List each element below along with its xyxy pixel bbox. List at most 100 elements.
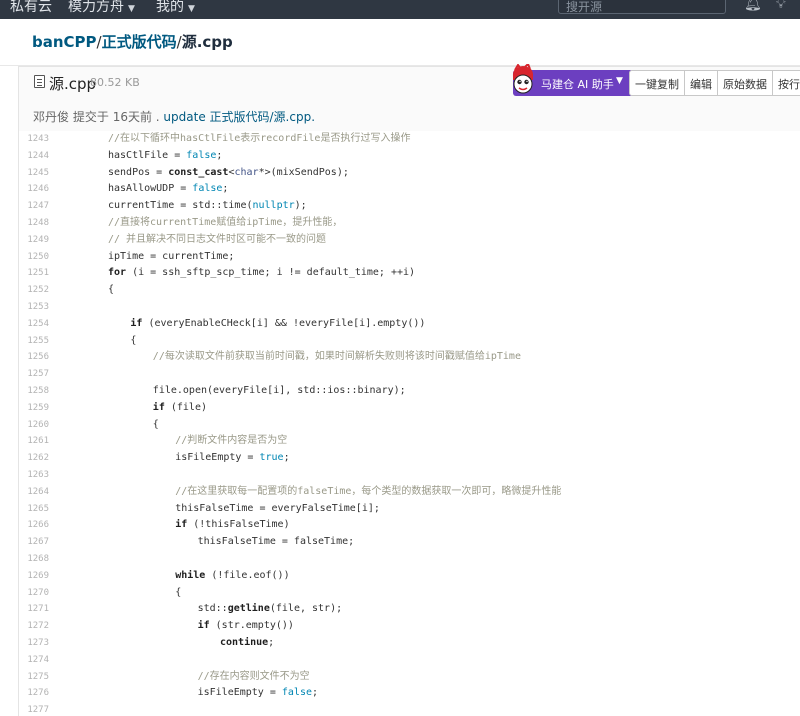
breadcrumb: banCPP/正式版代码/源.cpp bbox=[32, 31, 233, 52]
code-text: while (!file.eof()) bbox=[175, 568, 289, 585]
line-number[interactable]: 1261 bbox=[19, 433, 49, 450]
code-text: if (!thisFalseTime) bbox=[175, 517, 289, 534]
line-number[interactable]: 1271 bbox=[19, 601, 49, 618]
code-line: 1244 hasCtlFile = false; bbox=[19, 148, 800, 165]
code-text: std::getline(file, str); bbox=[198, 601, 343, 618]
line-number[interactable]: 1250 bbox=[19, 249, 49, 266]
line-number[interactable]: 1275 bbox=[19, 669, 49, 686]
line-number[interactable]: 1255 bbox=[19, 333, 49, 350]
code-token: *>(mixSendPos); bbox=[258, 166, 349, 178]
line-number[interactable]: 1258 bbox=[19, 383, 49, 400]
code-line: 1261 //判断文件内容是否为空 bbox=[19, 433, 800, 450]
line-number[interactable]: 1270 bbox=[19, 585, 49, 602]
file-actions: 一键复制 编辑 原始数据 按行查看 bbox=[629, 70, 800, 96]
blame-button[interactable]: 按行查看 bbox=[772, 70, 800, 96]
line-number[interactable]: 1257 bbox=[19, 366, 49, 383]
code-token: (file, str); bbox=[269, 603, 343, 615]
code-text: //在以下循环中hasCtlFile表示recordFile是否执行过写入操作 bbox=[108, 131, 410, 148]
line-number[interactable]: 1259 bbox=[19, 400, 49, 417]
edit-button[interactable]: 编辑 bbox=[684, 70, 718, 96]
code-line: 1271 std::getline(file, str); bbox=[19, 601, 800, 618]
code-line: 1275 //存在内容则文件不为空 bbox=[19, 669, 800, 686]
code-token: isFileEmpty = bbox=[175, 452, 260, 464]
line-number[interactable]: 1243 bbox=[19, 131, 49, 148]
code-token: //直接将currentTime赋值给ipTime，提升性能， bbox=[108, 216, 343, 228]
line-number[interactable]: 1251 bbox=[19, 265, 49, 282]
nav-item-mine[interactable]: 我的 ▼ bbox=[156, 0, 195, 16]
code-token: file.open(everyFile[i], std::ios::binary… bbox=[152, 384, 406, 396]
code-text: hasCtlFile = false; bbox=[108, 148, 222, 165]
line-number[interactable]: 1267 bbox=[19, 534, 49, 551]
line-number[interactable]: 1276 bbox=[19, 685, 49, 702]
code-token: thisFalseTime = falseTime; bbox=[197, 536, 355, 548]
line-number[interactable]: 1249 bbox=[19, 232, 49, 249]
code-line: 1258 file.open(everyFile[i], std::ios::bi… bbox=[19, 383, 800, 400]
nav-item-moli[interactable]: 模力方舟 ▼ bbox=[68, 0, 135, 16]
code-token: if bbox=[197, 620, 210, 632]
line-number[interactable]: 1252 bbox=[19, 282, 49, 299]
code-text: currentTime = std::time(nullptr); bbox=[108, 198, 307, 215]
commit-time: 16天前 bbox=[112, 110, 152, 124]
line-number[interactable]: 1268 bbox=[19, 551, 49, 568]
line-number[interactable]: 1248 bbox=[19, 215, 49, 232]
line-number[interactable]: 1266 bbox=[19, 517, 49, 534]
code-token: for bbox=[108, 267, 127, 279]
line-number[interactable]: 1277 bbox=[19, 702, 49, 716]
line-number[interactable]: 1263 bbox=[19, 467, 49, 484]
line-number[interactable]: 1265 bbox=[19, 501, 49, 518]
breadcrumb-folder[interactable]: 正式版代码 bbox=[102, 33, 177, 51]
repo-breadcrumb: banCPP/正式版代码/源.cpp bbox=[0, 19, 800, 66]
copy-all-button[interactable]: 一键复制 bbox=[629, 70, 685, 96]
line-number[interactable]: 1274 bbox=[19, 652, 49, 669]
code-text: continue; bbox=[220, 635, 274, 652]
line-number[interactable]: 1262 bbox=[19, 450, 49, 467]
code-line: 1252 { bbox=[19, 282, 800, 299]
code-line: 1246 hasAllowUDP = false; bbox=[19, 181, 800, 198]
bell-icon[interactable]: 🔔︎ bbox=[744, 0, 762, 12]
breadcrumb-repo[interactable]: banCPP bbox=[32, 33, 97, 51]
commit-message[interactable]: update 正式版代码/源.cpp. bbox=[163, 110, 315, 124]
ai-assistant-button[interactable]: 马建仓 AI 助手 ▼ bbox=[512, 64, 633, 96]
line-number[interactable]: 1247 bbox=[19, 198, 49, 215]
code-token: nullptr bbox=[252, 200, 295, 212]
search-input[interactable]: 搜开源 bbox=[558, 0, 726, 14]
code-text: { bbox=[153, 417, 159, 434]
code-token: //判断文件内容是否为空 bbox=[175, 435, 288, 447]
code-token: if bbox=[152, 401, 165, 413]
line-number[interactable]: 1245 bbox=[19, 165, 49, 182]
line-number[interactable]: 1260 bbox=[19, 417, 49, 434]
chevron-down-icon: ▼ bbox=[188, 4, 195, 14]
raw-button[interactable]: 原始数据 bbox=[717, 70, 773, 96]
code-token: std:: bbox=[197, 603, 228, 615]
code-text: if (str.empty()) bbox=[198, 618, 294, 635]
code-token: ); bbox=[294, 200, 307, 212]
line-number[interactable]: 1264 bbox=[19, 484, 49, 501]
code-line: 1249 // 并且解决不同日志文件时区可能不一致的问题 bbox=[19, 232, 800, 249]
file-icon bbox=[34, 75, 45, 88]
chevron-down-icon: ▼ bbox=[616, 76, 623, 86]
code-text: //直接将currentTime赋值给ipTime，提升性能， bbox=[108, 215, 342, 232]
line-number[interactable]: 1256 bbox=[19, 349, 49, 366]
line-number[interactable]: 1269 bbox=[19, 568, 49, 585]
line-number[interactable]: 1254 bbox=[19, 316, 49, 333]
line-number[interactable]: 1246 bbox=[19, 181, 49, 198]
code-token: sendPos = bbox=[108, 166, 169, 178]
line-number[interactable]: 1273 bbox=[19, 635, 49, 652]
code-token: // 并且解决不同日志文件时区可能不一致的问题 bbox=[108, 233, 327, 245]
line-number[interactable]: 1253 bbox=[19, 299, 49, 316]
code-text: isFileEmpty = false; bbox=[198, 685, 318, 702]
code-line: 1256 //每次读取文件前获取当前时间戳，如果时间解析失败则将该时间戳赋值给ip… bbox=[19, 349, 800, 366]
code-token: hasAllowUDP = bbox=[108, 183, 193, 195]
code-text: { bbox=[108, 282, 114, 299]
line-number[interactable]: 1272 bbox=[19, 618, 49, 635]
code-line: 1264 //在这里获取每一配置项的falseTime，每个类型的数据获取一次即可… bbox=[19, 484, 800, 501]
code-text: //存在内容则文件不为空 bbox=[198, 669, 310, 686]
file-size: 80.52 KB bbox=[90, 76, 140, 89]
lightbulb-icon[interactable]: 💡︎ bbox=[776, 0, 786, 12]
commit-author[interactable]: 邓丹俊 bbox=[33, 110, 69, 124]
line-number[interactable]: 1244 bbox=[19, 148, 49, 165]
code-text: sendPos = const_cast<char*>(mixSendPos); bbox=[108, 165, 349, 182]
code-text: { bbox=[130, 333, 136, 350]
nav-item-private-cloud[interactable]: 私有云 bbox=[10, 0, 52, 16]
code-token: char bbox=[234, 166, 259, 178]
